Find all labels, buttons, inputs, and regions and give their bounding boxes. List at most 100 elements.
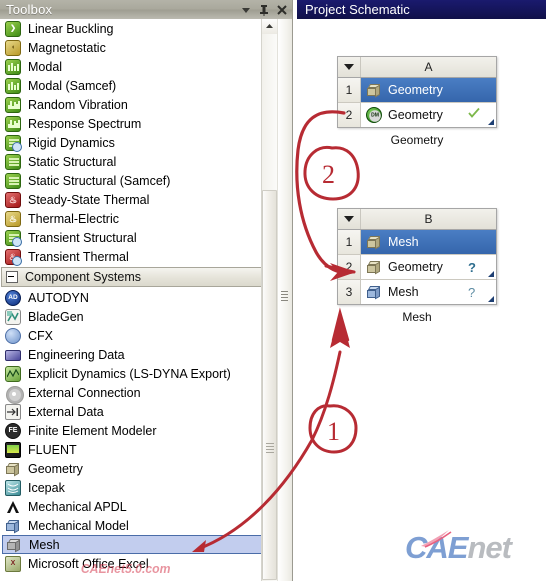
toolbox-item-thermal-electric[interactable]: ♨ Thermal-Electric (0, 209, 276, 228)
modal-icon (5, 58, 21, 75)
system-a-row-1[interactable]: 1 Geometry (338, 78, 496, 103)
toolbox-item-external-data[interactable]: External Data (0, 402, 276, 421)
project-schematic-header: Project Schematic (297, 0, 546, 19)
close-icon[interactable] (274, 2, 290, 18)
row-cell[interactable]: Geometry (361, 78, 496, 102)
row-expand-corner[interactable] (488, 271, 494, 277)
toolbox-item-static-structural[interactable]: Static Structural (0, 152, 276, 171)
collapse-expander-icon[interactable] (6, 271, 18, 283)
toolbox-item-steady-state-thermal[interactable]: ♨ Steady-State Thermal (0, 190, 276, 209)
project-schematic-panel: Project Schematic A 1 Geometry 2 DM Geom… (292, 0, 546, 581)
static-structural-samcef-icon (5, 172, 21, 189)
row-expand-corner[interactable] (488, 119, 494, 125)
toolbox-item-modal[interactable]: Modal (0, 57, 276, 76)
toolbox-item-label: Engineering Data (28, 347, 125, 362)
toolbox-item-mesh[interactable]: Mesh (2, 535, 271, 554)
system-b-table[interactable]: B 1 Mesh 2 Geometry ? 3 Mesh ? (337, 208, 497, 305)
toolbox-item-mechanical-model[interactable]: Mechanical Model (0, 516, 276, 535)
system-a-menu-button[interactable] (338, 57, 361, 77)
toolbox-item-modal-samcef[interactable]: Modal (Samcef) (0, 76, 276, 95)
system-block-b[interactable]: B 1 Mesh 2 Geometry ? 3 Mesh ? Mesh (337, 208, 497, 324)
row-number: 2 (338, 103, 361, 127)
toolbox-item-label: Transient Thermal (28, 249, 129, 264)
geometry-icon (5, 461, 21, 477)
system-a-letter: A (424, 60, 433, 74)
row-label: Geometry (388, 83, 443, 97)
caenet-secondary: net (467, 530, 511, 565)
transient-structural-icon (5, 229, 22, 247)
system-b-row-2[interactable]: 2 Geometry ? (338, 255, 496, 280)
icepak-icon (5, 479, 21, 496)
toolbox-item-label: Explicit Dynamics (LS-DYNA Export) (28, 366, 231, 381)
system-b-row-1[interactable]: 1 Mesh (338, 230, 496, 255)
toolbox-item-fluent[interactable]: FLUENT (0, 440, 276, 459)
system-block-a[interactable]: A 1 Geometry 2 DM Geometry Geometry (337, 56, 497, 147)
toolbox-item-label: Transient Structural (28, 230, 137, 245)
transient-thermal-icon: ♨ (5, 248, 22, 266)
modal-samcef-icon (5, 77, 21, 94)
toolbox-item-label: Finite Element Modeler (28, 423, 157, 438)
toolbox-item-label: Linear Buckling (28, 21, 114, 36)
system-b-row-3[interactable]: 3 Mesh ? (338, 280, 496, 304)
toolbox-item-engineering-data[interactable]: Engineering Data (0, 345, 276, 364)
toolbox-item-magnetostatic[interactable]: ◖ Magnetostatic (0, 38, 276, 57)
toolbox-scrollbar[interactable] (261, 19, 278, 581)
row-cell[interactable]: DM Geometry (361, 103, 496, 127)
system-b-header: B (338, 209, 496, 230)
autodyn-icon: AD (5, 289, 21, 306)
system-b-menu-button[interactable] (338, 209, 361, 229)
row-number: 2 (338, 255, 361, 279)
finite-element-modeler-icon: FE (5, 422, 21, 439)
toolbox-item-mechanical-apdl[interactable]: Mechanical APDL (0, 497, 276, 516)
status-question-icon: ? (466, 259, 480, 275)
cfx-icon (5, 327, 21, 344)
toolbox-group-component-systems[interactable]: Component Systems (1, 267, 271, 287)
toolbox-item-label: CFX (28, 328, 53, 343)
toolbox-item-rigid-dynamics[interactable]: Rigid Dynamics (0, 133, 276, 152)
mesh-icon (6, 537, 22, 553)
row-expand-corner[interactable] (488, 296, 494, 302)
toolbox-item-random-vibration[interactable]: Random Vibration (0, 95, 276, 114)
excel-icon: X (5, 555, 21, 572)
toolbox-item-label: External Connection (28, 385, 141, 400)
toolbox-item-label: AUTODYN (28, 290, 89, 305)
toolbox-item-linear-buckling[interactable]: ❯ Linear Buckling (0, 19, 276, 38)
system-a-row-2[interactable]: 2 DM Geometry (338, 103, 496, 127)
toolbox-item-response-spectrum[interactable]: Response Spectrum (0, 114, 276, 133)
response-spectrum-icon (5, 115, 21, 132)
toolbox-item-bladegen[interactable]: BladeGen (0, 307, 276, 326)
scrollbar-up-arrow[interactable] (262, 19, 277, 34)
pin-icon[interactable] (256, 2, 272, 18)
toolbox-item-label: FLUENT (28, 442, 77, 457)
toolbox-group-label: Component Systems (25, 270, 142, 284)
toolbox-item-icepak[interactable]: Icepak (0, 478, 276, 497)
row-label: Geometry (388, 260, 443, 274)
toolbox-panel: Toolbox ❯ Linear Buckling ◖ Magnetostati… (0, 0, 292, 581)
chevron-down-icon (344, 64, 354, 70)
toolbox-item-geometry[interactable]: Geometry (0, 459, 276, 478)
toolbox-item-label: External Data (28, 404, 104, 419)
row-cell[interactable]: Mesh ? (361, 280, 496, 304)
toolbox-item-transient-structural[interactable]: Transient Structural (0, 228, 276, 247)
chevron-down-icon[interactable] (238, 2, 254, 18)
row-label: Mesh (388, 285, 419, 299)
toolbox-item-external-connection[interactable]: External Connection (0, 383, 276, 403)
system-a-table[interactable]: A 1 Geometry 2 DM Geometry (337, 56, 497, 128)
svg-text:?: ? (468, 260, 476, 275)
toolbox-item-cfx[interactable]: CFX (0, 326, 276, 345)
toolbox-item-static-structural-samcef[interactable]: Static Structural (Samcef) (0, 171, 276, 190)
status-check-icon (468, 106, 480, 118)
row-cell[interactable]: Geometry ? (361, 255, 496, 279)
scrollbar-thumb[interactable] (262, 190, 277, 580)
toolbox-item-transient-thermal[interactable]: ♨ Transient Thermal (0, 247, 276, 266)
external-connection-icon (5, 385, 23, 403)
toolbox-item-explicit-dynamics[interactable]: Explicit Dynamics (LS-DYNA Export) (0, 364, 276, 383)
panel-splitter[interactable] (277, 19, 292, 581)
row-cell[interactable]: Mesh (361, 230, 496, 254)
row-label: Mesh (388, 235, 419, 249)
toolbox-item-autodyn[interactable]: AD AUTODYN (0, 288, 276, 307)
thermal-electric-icon: ♨ (5, 210, 21, 227)
toolbox-item-finite-element-modeler[interactable]: FE Finite Element Modeler (0, 421, 276, 440)
toolbox-list[interactable]: ❯ Linear Buckling ◖ Magnetostatic Modal … (0, 19, 276, 581)
toolbox-item-label: Geometry (28, 461, 83, 476)
